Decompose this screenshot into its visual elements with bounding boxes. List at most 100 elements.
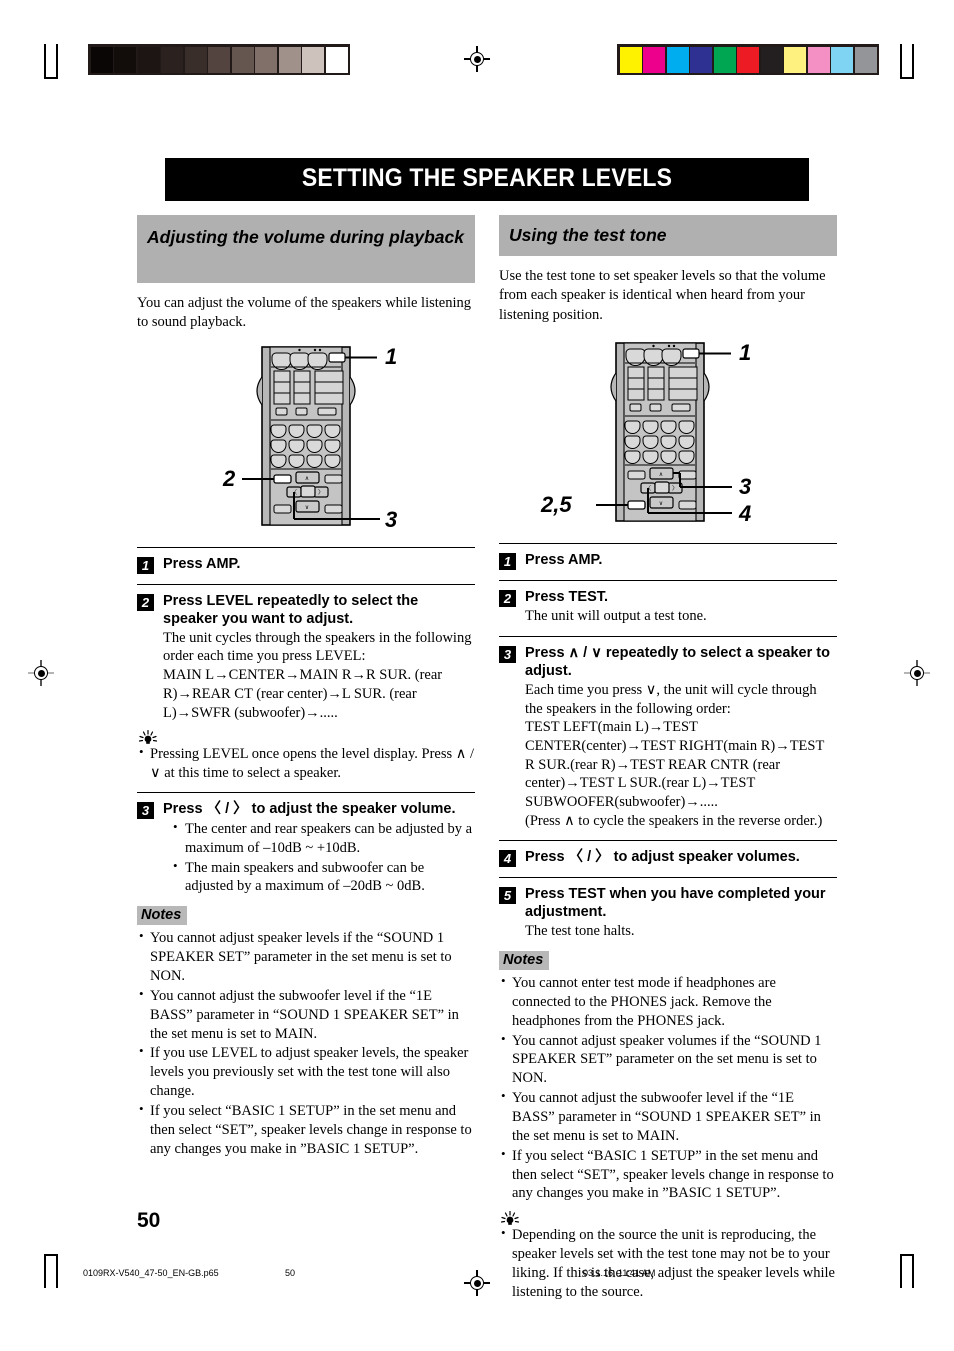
left-step-3: 3 Press 〈 / 〉 to adjust the speaker volu…	[137, 800, 475, 896]
right-section-heading: Using the test tone	[499, 215, 837, 256]
chapter-title: SETTING THE SPEAKER LEVELS	[165, 158, 809, 201]
right-remote-figure: ∧ 〈 〉 ∨ 1 3	[499, 335, 837, 535]
calibration-swatch	[137, 46, 160, 73]
two-column-layout: Adjusting the volume during playback You…	[137, 215, 837, 1302]
step-title: Press AMP.	[163, 555, 241, 572]
note-item: You cannot adjust speaker volumes if the…	[499, 1031, 837, 1089]
divider	[137, 791, 475, 793]
right-tip-list: Depending on the source the unit is repr…	[499, 1225, 837, 1301]
right-step-4: 4 Press 〈 / 〉 to adjust speaker volumes.	[499, 848, 837, 868]
step-bullets: The center and rear speakers can be adju…	[163, 819, 475, 896]
step-number: 5	[499, 887, 516, 905]
footer-filename: 0109RX-V540_47-50_EN-GB.p65	[83, 1268, 219, 1278]
color-calibration-bar	[617, 44, 879, 75]
crop-mark-top-left-foot	[44, 44, 78, 79]
registration-mark-right	[904, 660, 930, 686]
calibration-swatch	[690, 46, 712, 73]
svg-text:∧: ∧	[305, 476, 309, 482]
crop-mark-bottom-right	[878, 1248, 914, 1288]
step-number: 2	[137, 593, 154, 611]
callout-2-left: 2	[222, 466, 236, 491]
calibration-swatch	[114, 46, 136, 73]
step-body: Each time you press ∨, the unit will cyc…	[525, 681, 817, 717]
remote-control-diagram-right: ∧ 〈 〉 ∨ 1 3	[540, 340, 751, 526]
page-number: 50	[137, 1209, 161, 1232]
right-tip-icon-wrap	[499, 1211, 837, 1226]
crop-mark-top-right	[878, 44, 914, 79]
callout-3-right: 3	[739, 474, 751, 499]
right-step-3: 3 Press ∧ / ∨ repeatedly to select a spe…	[499, 644, 837, 831]
calibration-swatch	[831, 46, 853, 73]
calibration-swatch	[184, 46, 207, 73]
step-title: Press AMP.	[525, 552, 603, 569]
svg-text:∧: ∧	[659, 472, 663, 478]
svg-text:〉: 〉	[672, 486, 678, 493]
registration-mark-left	[28, 660, 54, 686]
step-number: 3	[499, 645, 516, 663]
step-title: Press TEST when you have completed your …	[525, 886, 826, 921]
right-step-2: 2 Press TEST. The unit will output a tes…	[499, 588, 837, 626]
lightbulb-tip-icon	[138, 730, 158, 745]
calibration-swatch	[161, 46, 183, 73]
right-notes-label: Notes	[499, 951, 550, 971]
step-title: Press 〈 / 〉 to adjust the speaker volume…	[163, 800, 456, 817]
page-content: SETTING THE SPEAKER LEVELS Adjusting the…	[137, 158, 837, 1302]
step-number: 4	[499, 850, 516, 868]
note-item: If you select “BASIC 1 SETUP” in the set…	[137, 1101, 475, 1159]
step-body: The test tone halts.	[525, 923, 635, 940]
step-body: The unit will output a test tone.	[525, 608, 707, 625]
step-body: The unit cycles through the speakers in …	[163, 629, 472, 665]
note-item: If you select “BASIC 1 SETUP” in the set…	[499, 1146, 837, 1204]
divider	[137, 583, 475, 585]
note-item: You cannot adjust speaker levels if the …	[137, 928, 475, 986]
calibration-swatch	[666, 46, 689, 73]
step-body-order: MAIN L→CENTER→MAIN R→R SUR. (rear R)→REA…	[163, 667, 443, 721]
callout-4-right: 4	[738, 501, 751, 526]
left-notes-list: You cannot adjust speaker levels if the …	[137, 928, 475, 1159]
step-bullet: The center and rear speakers can be adju…	[163, 819, 475, 858]
note-item: You cannot adjust the subwoofer level if…	[499, 1088, 837, 1146]
tip-item: Depending on the source the unit is repr…	[499, 1225, 837, 1301]
step-number: 2	[499, 590, 516, 608]
divider	[499, 580, 837, 582]
callout-3-left: 3	[385, 507, 397, 532]
svg-text:∨: ∨	[659, 501, 663, 507]
crop-mark-bottom-left	[44, 1248, 78, 1288]
note-item: If you use LEVEL to adjust speaker level…	[137, 1043, 475, 1101]
calibration-swatch	[278, 46, 301, 73]
callout-2-5-right: 2,5	[540, 492, 572, 517]
calibration-swatch	[208, 46, 230, 73]
note-item: You cannot enter test mode if headphones…	[499, 973, 837, 1031]
calibration-swatch	[854, 46, 877, 73]
calibration-swatch	[231, 46, 254, 73]
callout-1-right: 1	[739, 340, 751, 365]
right-step-1: 1 Press AMP.	[499, 551, 837, 571]
callout-1-left: 1	[385, 344, 397, 369]
calibration-swatch	[713, 46, 736, 73]
left-step-2: 2 Press LEVEL repeatedly to select the s…	[137, 592, 475, 722]
step-title: Press ∧ / ∨ repeatedly to select a speak…	[525, 644, 830, 679]
calibration-swatch	[760, 46, 783, 73]
divider	[499, 840, 837, 842]
calibration-swatch	[784, 46, 806, 73]
step-body-order: TEST LEFT(main L)→TEST CENTER(center)→TE…	[525, 719, 825, 811]
right-intro-text: Use the test tone to set speaker levels …	[499, 268, 826, 323]
step-title: Press LEVEL repeatedly to select the spe…	[163, 592, 419, 627]
right-step-5: 5 Press TEST when you have completed you…	[499, 885, 837, 941]
divider	[499, 543, 837, 545]
calibration-swatch	[90, 46, 113, 73]
step-title: Press 〈 / 〉 to adjust speaker volumes.	[525, 849, 800, 866]
step-title: Press TEST.	[525, 589, 609, 606]
step-number: 1	[137, 556, 154, 574]
left-section-heading: Adjusting the volume during playback	[137, 215, 475, 283]
calibration-swatch	[302, 46, 324, 73]
step-number: 3	[137, 801, 154, 819]
registration-mark-top	[464, 46, 490, 72]
calibration-swatch	[255, 46, 277, 73]
calibration-swatch	[807, 46, 830, 73]
grayscale-calibration-bar	[88, 44, 350, 75]
calibration-swatch	[643, 46, 665, 73]
lightbulb-tip-icon	[500, 1211, 520, 1226]
left-intro-text: You can adjust the volume of the speaker…	[137, 295, 471, 331]
left-column: Adjusting the volume during playback You…	[137, 215, 475, 1302]
